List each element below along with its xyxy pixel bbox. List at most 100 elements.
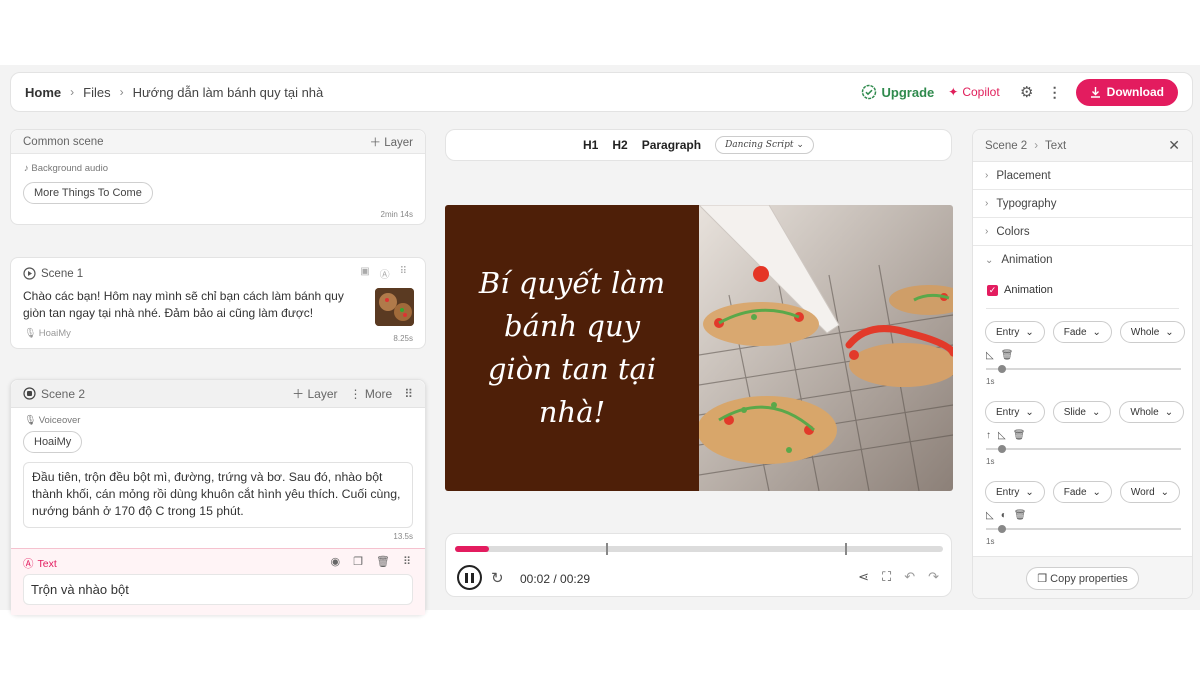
redo-icon[interactable]: ↷ <box>928 569 939 585</box>
copilot-label: Copilot <box>962 85 1000 99</box>
duration-slider[interactable] <box>986 445 1181 453</box>
common-scene-card: Common scene ＋ Layer ♪ Background audio … <box>10 129 426 225</box>
duplicate-icon[interactable]: ❐ <box>353 555 363 568</box>
scene-1-text[interactable]: Chào các bạn! Hôm nay mình sẽ chỉ bạn cá… <box>23 288 368 322</box>
voice-chip[interactable]: HoaiMy <box>23 431 83 453</box>
replay-button[interactable]: ↻ <box>491 569 504 587</box>
scene-1-thumbnail[interactable] <box>375 288 414 326</box>
breadcrumb-home[interactable]: Home <box>25 85 61 100</box>
voiceover-label: Voiceover <box>38 415 81 426</box>
chevron-down-icon: ⌄ <box>1160 486 1170 498</box>
h2-button[interactable]: H2 <box>612 138 627 152</box>
effect-select[interactable]: Fade ⌄ <box>1052 321 1112 343</box>
upgrade-button[interactable]: Upgrade <box>861 84 934 100</box>
direction-select[interactable]: Entry ⌄ <box>985 401 1045 423</box>
direction-select[interactable]: Entry ⌄ <box>985 321 1045 343</box>
animation-row-2: Entry ⌄ Slide ⌄ Whole ⌄ <box>985 401 1185 423</box>
effect-value: Fade <box>1063 326 1087 338</box>
section-animation[interactable]: ⌄ Animation <box>973 246 1192 274</box>
fullscreen-icon[interactable]: ⛶ <box>882 569 891 585</box>
opacity-icon[interactable]: ◐ <box>1001 510 1007 521</box>
duration-slider[interactable] <box>986 525 1181 533</box>
voiceover-script-input[interactable]: Đầu tiên, trộn đều bột mì, đường, trứng … <box>23 462 413 528</box>
section-typography[interactable]: › Typography <box>973 190 1192 218</box>
drag-handle-icon[interactable]: ⠿ <box>400 266 407 281</box>
settings-button[interactable]: ⚙ <box>1018 83 1036 101</box>
easing-icon[interactable]: ◺ <box>986 510 994 521</box>
drag-handle-icon[interactable]: ⠿ <box>404 387 413 401</box>
trash-icon[interactable]: 🗑 <box>1001 350 1014 361</box>
player-controls: ↻ 00:02 / 00:29 ⋖ ⛶ ↶ ↷ <box>445 533 952 597</box>
download-button[interactable]: Download <box>1075 78 1178 106</box>
trash-icon[interactable]: 🗑 <box>376 555 390 568</box>
scene-2-card: Scene 2 ＋ Layer ⋮ More ⠿ 🎙 Voiceover Hoa… <box>10 379 426 615</box>
sparkle-icon: ✦ <box>948 85 959 99</box>
text-box-icon[interactable]: Ⓐ <box>380 266 390 281</box>
effect-select[interactable]: Fade ⌄ <box>1052 481 1112 503</box>
row-2-icons: ↑ ◺ 🗑 <box>986 430 1025 441</box>
more-button[interactable]: ⋮ More <box>350 387 393 401</box>
copy-properties-button[interactable]: ❐ Copy properties <box>1026 567 1139 590</box>
unit-select[interactable]: Word ⌄ <box>1119 481 1181 503</box>
h1-button[interactable]: H1 <box>583 138 598 152</box>
chevron-down-icon: ⌄ <box>1091 406 1101 418</box>
breadcrumb-current: Hướng dẫn làm bánh quy tại nhà <box>132 84 324 100</box>
animation-row-3: Entry ⌄ Fade ⌄ Word ⌄ <box>985 481 1181 503</box>
common-duration: 2min 14s <box>380 210 413 219</box>
add-layer-button[interactable]: ＋ Layer <box>370 134 413 150</box>
effect-value: Fade <box>1063 486 1087 498</box>
section-typography-label: Typography <box>996 197 1057 210</box>
preview-text-panel: Bí quyết làm bánh quy giòn tan tại nhà! <box>445 205 699 491</box>
pause-button[interactable] <box>457 565 482 590</box>
drag-handle-icon[interactable]: ⠿ <box>403 555 411 568</box>
row-1-icons: ◺ 🗑 <box>986 350 1013 361</box>
top-bar: Home › Files › Hướng dẫn làm bánh quy tạ… <box>10 72 1193 112</box>
section-colors[interactable]: › Colors <box>973 218 1192 246</box>
scene-marker[interactable] <box>845 543 848 555</box>
eye-icon[interactable]: ◉ <box>330 555 340 568</box>
effect-select[interactable]: Slide ⌄ <box>1052 401 1112 423</box>
easing-icon[interactable]: ◺ <box>998 430 1006 441</box>
section-placement[interactable]: › Placement <box>973 162 1192 190</box>
direction-select[interactable]: Entry ⌄ <box>985 481 1045 503</box>
section-placement-label: Placement <box>996 169 1051 182</box>
preview-headline[interactable]: Bí quyết làm bánh quy giòn tan tại nhà! <box>473 262 671 434</box>
more-menu-button[interactable]: ⋮ <box>1046 83 1064 101</box>
share-icon[interactable]: ⋖ <box>858 569 869 585</box>
trash-icon[interactable]: 🗑 <box>1013 430 1026 441</box>
arrow-up-icon[interactable]: ↑ <box>986 430 991 441</box>
unit-select[interactable]: Whole ⌄ <box>1119 321 1185 343</box>
add-layer-label: Layer <box>307 387 338 401</box>
slider-thumb[interactable] <box>998 445 1006 453</box>
slider-thumb[interactable] <box>998 525 1006 533</box>
video-preview[interactable]: Bí quyết làm bánh quy giòn tan tại nhà! <box>445 205 953 491</box>
font-select[interactable]: Dancing Script ⌄ <box>715 136 814 154</box>
copilot-button[interactable]: ✦ Copilot <box>948 85 999 99</box>
timeline-track[interactable] <box>455 543 943 555</box>
slider-thumb[interactable] <box>998 365 1006 373</box>
scene-1-card[interactable]: Scene 1 ▣ Ⓐ ⠿ Chào các bạn! Hôm nay mình… <box>10 257 426 349</box>
replay-icon: ↻ <box>491 570 504 587</box>
paragraph-button[interactable]: Paragraph <box>642 138 701 152</box>
chevron-down-icon: ⌄ <box>1092 486 1101 498</box>
pause-icon <box>465 572 474 583</box>
easing-icon[interactable]: ◺ <box>986 350 994 361</box>
animation-checkbox-label: Animation <box>1004 284 1053 296</box>
add-layer-button[interactable]: ＋ Layer <box>292 385 337 402</box>
text-box-icon: Ⓐ <box>23 558 34 570</box>
image-icon[interactable]: ▣ <box>360 266 369 281</box>
chevron-right-icon: › <box>985 226 989 237</box>
audio-track-chip[interactable]: More Things To Come <box>23 182 153 204</box>
trash-icon[interactable]: 🗑 <box>1014 510 1027 521</box>
checkbox[interactable]: ✓ <box>987 284 998 296</box>
scene-marker[interactable] <box>606 543 609 555</box>
panel-crumb-scene[interactable]: Scene 2 <box>985 140 1027 152</box>
duration-slider[interactable] <box>986 365 1181 373</box>
undo-icon[interactable]: ↶ <box>904 569 915 585</box>
scene-1-voice: 🎙 HoaiMy <box>24 328 71 339</box>
close-icon[interactable]: ✕ <box>1168 137 1180 154</box>
unit-select[interactable]: Whole ⌄ <box>1119 401 1185 423</box>
breadcrumb-files[interactable]: Files <box>83 85 110 100</box>
animation-checkbox-row[interactable]: ✓ Animation <box>987 284 1053 296</box>
text-layer-input[interactable]: Trộn và nhào bột <box>23 574 413 605</box>
